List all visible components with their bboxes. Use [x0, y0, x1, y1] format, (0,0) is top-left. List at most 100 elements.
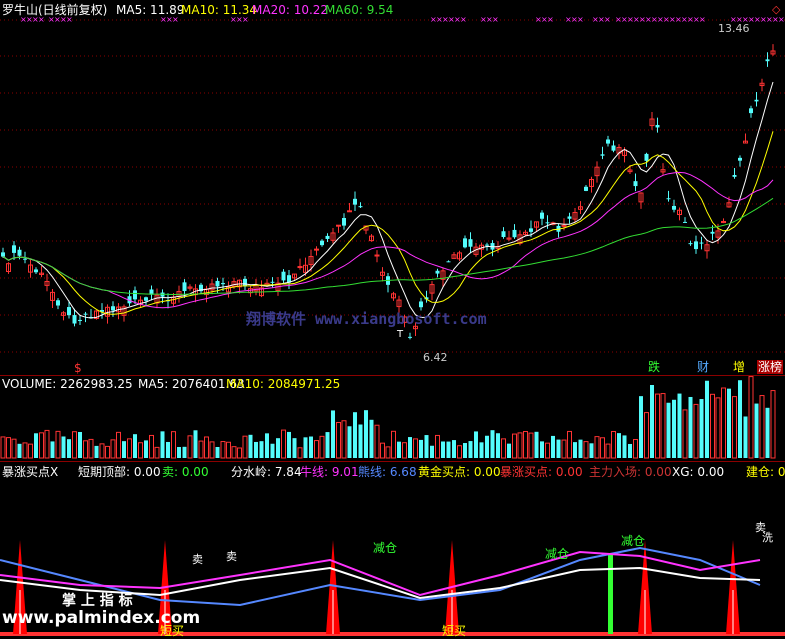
volume-bar [259, 441, 264, 458]
candle-body [655, 124, 660, 128]
volume-bar [441, 441, 445, 458]
x-marker: × [604, 15, 611, 24]
candle-body [501, 231, 506, 237]
candle-body [215, 280, 220, 287]
candle-body [468, 239, 473, 247]
volume-bar [270, 443, 275, 458]
volume-bar [22, 442, 28, 459]
signal-reduce-2: 减仓 [545, 547, 570, 561]
tag-zeng[interactable]: 增 [733, 360, 745, 374]
volume-bar [28, 443, 33, 459]
volume-bar [666, 402, 671, 458]
candle-body [221, 283, 225, 285]
volume-bar [693, 403, 699, 459]
stock-title: 罗牛山(日线前复权) [2, 3, 108, 17]
volume-bar [705, 380, 709, 458]
candle-body [710, 231, 715, 234]
volume-bar [748, 376, 754, 459]
volume-bar [220, 441, 226, 459]
volume-bar [759, 395, 765, 459]
ma60-label: MA60: 9.54 [325, 3, 394, 17]
volume-bar [193, 430, 198, 458]
volume-bar [94, 445, 99, 458]
volume-bar [644, 412, 649, 459]
diamond-icon[interactable]: ◇ [772, 3, 780, 17]
volume-bar [336, 421, 341, 459]
volume-bar [408, 437, 412, 458]
volume-bar [424, 435, 429, 458]
volume-bar [78, 431, 82, 458]
candle-body [243, 278, 247, 287]
candle-body [732, 174, 737, 177]
volume-bar [0, 436, 6, 459]
volume-bar [765, 407, 770, 458]
volume-bar [39, 432, 44, 459]
candle-body [738, 157, 742, 161]
volume-bar [55, 430, 61, 459]
volume-bar [380, 442, 385, 459]
watermark-palm-url: www.palmindex.com [2, 608, 201, 628]
volume-bar [88, 438, 94, 459]
candle-body [672, 205, 676, 210]
candle-body [683, 221, 687, 223]
volume-bar [6, 437, 11, 459]
volume-bar [61, 436, 66, 458]
volume-bar [594, 436, 600, 459]
volume-bar [507, 443, 511, 458]
candle-body [584, 186, 588, 191]
volume-bar [578, 439, 583, 458]
volume-bar [655, 393, 660, 459]
candle-body [749, 108, 753, 114]
volume-bar [341, 420, 347, 459]
volume-bar [617, 433, 621, 458]
ma5-label: MA5: 11.89 [116, 3, 185, 17]
candle-body [358, 206, 363, 208]
volume-bar [105, 445, 110, 459]
signal-reduce-3: 减仓 [621, 534, 646, 548]
volume-bar [545, 442, 550, 459]
volume-bar [721, 387, 726, 459]
low-price-label: 6.42 [423, 351, 448, 364]
candle-body [320, 240, 324, 246]
candle-body [512, 229, 517, 238]
volume-bar [116, 431, 121, 459]
candle-body [446, 261, 451, 263]
dollar-marker: $ [74, 361, 82, 375]
volume-bar [419, 439, 423, 458]
tag-die[interactable]: 跌 [648, 360, 660, 374]
volume-bar [660, 393, 666, 459]
volume-bar [226, 441, 231, 459]
candle-body [17, 249, 22, 256]
volume-bar [463, 443, 467, 458]
volume-bar [446, 441, 451, 458]
volume-bar [254, 441, 258, 458]
watermark-xiangbo: 翔博软件 www.xiangbosoft.com [246, 310, 487, 328]
volume-bar [650, 385, 654, 458]
volume-bar [34, 433, 38, 458]
volume-bar [110, 439, 116, 459]
volume-bar [374, 424, 380, 459]
volume-bar [490, 430, 495, 458]
ind-watershed: 分水岭: 7.84 [231, 465, 302, 479]
volume-bar [523, 431, 528, 459]
candle-body [561, 224, 567, 227]
x-marker: × [699, 15, 706, 24]
tag-zhangbang[interactable]: 涨榜 [757, 360, 784, 374]
volume-bar [281, 429, 286, 459]
volume-bar [177, 447, 181, 458]
main-grid [0, 19, 785, 353]
volume-bar [331, 410, 335, 458]
watermark-palm-title: 掌 上 指 标 [62, 593, 133, 609]
t-marker: T [397, 329, 404, 340]
volume-bar [11, 438, 17, 459]
volume-bar [276, 438, 280, 458]
tag-cai[interactable]: 财 [697, 360, 709, 374]
candle-body [144, 297, 148, 301]
volume-bar [468, 441, 473, 458]
volume-bar [699, 399, 704, 458]
candle-body [600, 154, 605, 156]
candle-body [23, 258, 27, 260]
volume-bar [99, 443, 105, 459]
volume-bar [457, 445, 462, 459]
volume-bar [496, 433, 500, 458]
